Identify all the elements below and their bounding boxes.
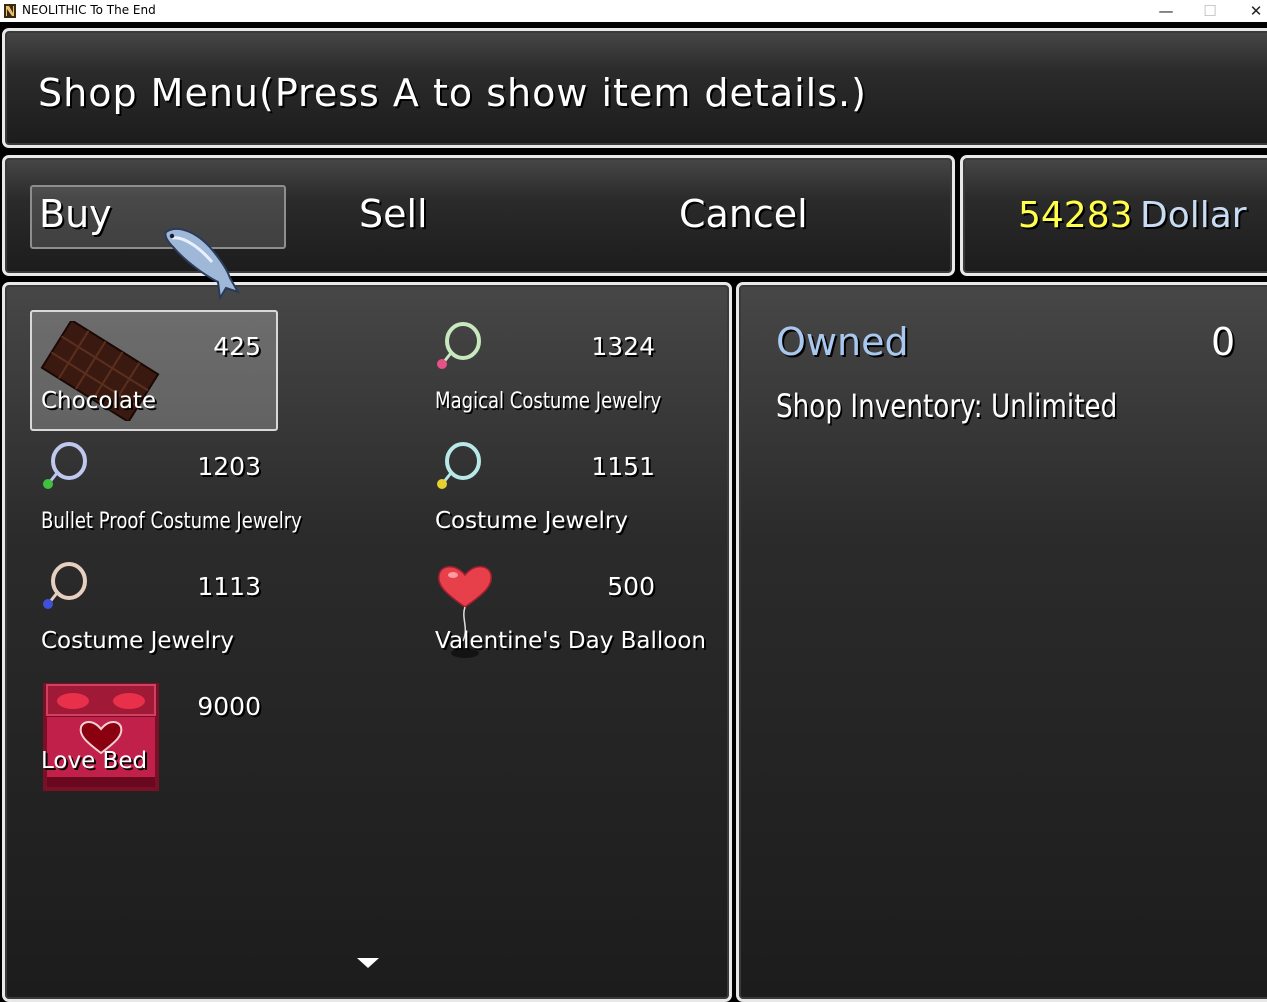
gold-window: 54283 Dollar <box>960 155 1267 276</box>
item-price: 1324 <box>591 332 655 361</box>
close-button[interactable]: ✕ <box>1236 1 1267 21</box>
necklace-pink-gem-icon <box>437 322 481 369</box>
item-name: Costume Jewelry <box>41 628 234 654</box>
cancel-command[interactable]: Cancel <box>679 192 808 236</box>
sell-command[interactable]: Sell <box>359 192 428 236</box>
item-price: 1151 <box>591 452 655 481</box>
item-name: Valentine's Day Balloon <box>435 628 707 654</box>
buy-command[interactable]: Buy <box>39 192 112 236</box>
shop-inventory-text: Shop Inventory: Unlimited <box>776 387 1118 425</box>
window-titlebar: NEOLITHIC To The End — ☐ ✕ <box>0 0 1267 22</box>
shop-item-list: 425 Chocolate 1324 Magical Costume Jewel… <box>2 282 732 1002</box>
gold-unit: Dollar <box>1140 195 1247 236</box>
item-name: Love Bed <box>41 748 148 774</box>
gold-value: 54283 <box>1018 195 1133 236</box>
owned-label: Owned <box>776 320 909 364</box>
scroll-down-arrow-icon[interactable] <box>357 958 379 968</box>
game-screen: Shop Menu(Press A to show item details.)… <box>0 22 1267 1002</box>
necklace-blue-gem-icon <box>43 562 87 609</box>
item-name: Magical Costume Jewelry <box>435 389 662 414</box>
item-status-window: Owned 0 Shop Inventory: Unlimited <box>736 282 1267 1002</box>
command-window: Buy Sell Cancel <box>2 155 955 276</box>
item-price: 1113 <box>197 572 261 601</box>
item-name: Chocolate <box>41 388 157 414</box>
help-text: Shop Menu(Press A to show item details.) <box>38 71 867 115</box>
item-name: Costume Jewelry <box>435 508 628 534</box>
maximize-button[interactable]: ☐ <box>1190 1 1230 21</box>
app-icon <box>4 4 16 18</box>
window-title: NEOLITHIC To The End <box>22 3 156 17</box>
minimize-button[interactable]: — <box>1146 1 1186 21</box>
help-window: Shop Menu(Press A to show item details.) <box>2 28 1267 148</box>
necklace-yellow-gem-icon <box>437 442 481 489</box>
item-price: 500 <box>607 572 655 601</box>
item-price: 425 <box>213 332 261 361</box>
necklace-green-gem-icon <box>43 442 87 489</box>
owned-value: 0 <box>1211 320 1236 364</box>
item-name: Bullet Proof Costume Jewelry <box>41 509 302 534</box>
item-price: 1203 <box>197 452 261 481</box>
item-price: 9000 <box>197 692 261 721</box>
fish-cursor-icon <box>164 227 241 300</box>
